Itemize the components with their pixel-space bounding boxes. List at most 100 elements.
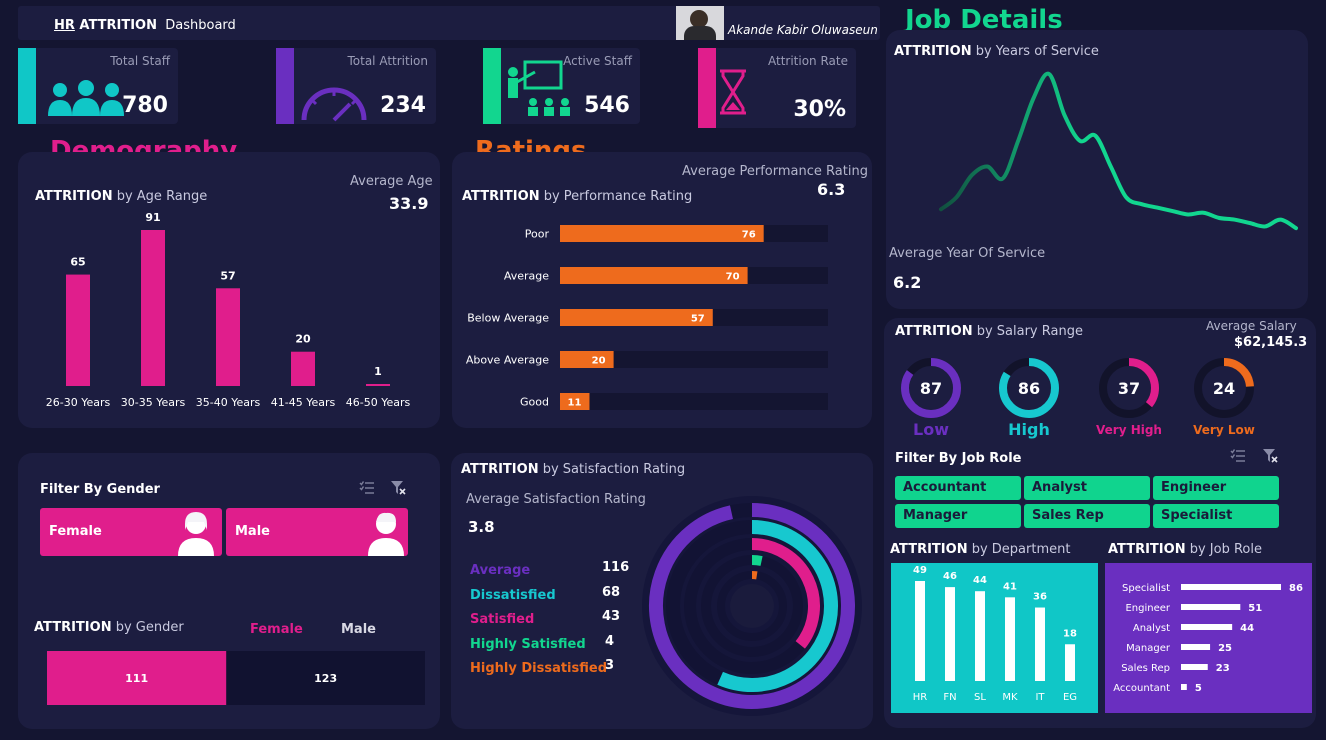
department-bar [945,587,955,681]
age-bar-label: 30-35 Years [121,396,186,409]
performance-bar-value: 70 [726,272,740,283]
teacher-icon [508,60,570,116]
age-bar-label: 41-45 Years [271,396,336,409]
performance-bar-track [560,393,828,410]
department-bar [1005,597,1015,681]
clear-filter-icon[interactable] [1262,448,1278,464]
multi-select-icon[interactable] [1230,448,1246,464]
age-range-card: ATTRITION by Age Range Average Age 33.9 … [18,152,440,428]
satisfaction-legend-label: Highly Satisfied [470,636,586,652]
satisfaction-legend-value: 4 [605,633,615,649]
performance-bar-value: 76 [742,230,756,241]
jobrole-bar [1181,604,1241,610]
average-years-value: 6.2 [893,273,922,292]
department-bar-label: EG [1063,692,1077,703]
performance-bar-label: Above Average [466,354,549,367]
gender-stacked-bar: 111 123 [47,651,425,705]
gender-card: Filter By Gender Female Male ATTRITION b… [18,453,440,729]
female-avatar-icon [178,512,214,556]
jobrole-bar-value: 23 [1216,663,1230,674]
jobrole-bar-value: 86 [1289,583,1303,594]
kpi-accent [698,48,716,128]
salary-ring-value: 37 [1118,379,1140,398]
jobrole-bar [1181,584,1281,590]
role-filter-sales-rep[interactable]: Sales Rep [1024,504,1150,528]
age-bar-label: 35-40 Years [196,396,261,409]
role-filter-analyst[interactable]: Analyst [1024,476,1150,500]
department-bar-value: 18 [1063,628,1077,639]
dashboard-title: HR ATTRITION Dashboard [54,18,236,33]
gender-filter-female-button[interactable]: Female [40,508,222,556]
gender-bar-value: 123 [314,672,337,685]
salary-card: ATTRITION by Salary Range Average Salary… [884,318,1316,728]
age-bar-label: 26-30 Years [46,396,111,409]
satisfaction-legend-label: Satisfied [470,612,535,627]
jobrole-bar-value: 51 [1248,603,1262,614]
performance-bar-label: Good [520,396,549,409]
satisfaction-legend-value: 116 [602,560,630,575]
years-line [939,71,1298,231]
department-bar-value: 41 [1003,581,1017,592]
jobrole-bar-chart: Specialist 86 Engineer 51 Analyst 44 Manager 25… [1113,583,1303,694]
age-bar-value: 1 [374,365,382,378]
department-bar-value: 44 [973,575,987,586]
department-bar [975,591,985,681]
performance-bar-chart: 76 Poor 70 Average 57 Below Average 20 Above Av… [466,225,828,410]
multi-select-icon[interactable] [359,480,375,496]
department-bar-chart: 49 HR 46 FN 44 SL 41 MK 36 IT 18 EG [913,565,1077,703]
department-bar [1035,607,1045,681]
department-bar [915,581,925,681]
jobrole-panel: Specialist 86 Engineer 51 Analyst 44 Manager 25… [1105,563,1312,713]
satisfaction-radial-center [730,584,774,628]
jobrole-bar-label: Analyst [1133,623,1170,634]
department-bar [1065,644,1075,681]
author-avatar [676,6,724,40]
department-bar-label: IT [1035,692,1045,703]
department-bar-label: FN [943,692,956,703]
speedometer-icon [301,87,367,122]
salary-ring-charts: 87 Low 86 High 37 Very High 24 Very Low [901,358,1255,439]
age-bar [366,384,390,386]
average-salary-label: Average Salary [1206,319,1297,333]
salary-ring-value: 86 [1018,379,1040,398]
age-bar-value: 65 [70,256,85,269]
age-bar-value: 91 [145,211,160,224]
kpi-accent [276,48,294,124]
role-filter-accountant[interactable]: Accountant [895,476,1021,500]
department-bar-label: HR [913,692,928,703]
salary-ring-value: 24 [1213,379,1235,398]
gender-filter-male-button[interactable]: Male [226,508,408,556]
satisfaction-card: ATTRITION by Satisfaction Rating Average… [451,453,873,729]
role-filter-specialist[interactable]: Specialist [1153,504,1279,528]
jobrole-bar [1181,644,1211,650]
jobrole-bar-label: Accountant [1113,683,1170,694]
age-bar [216,288,240,386]
department-bar-label: SL [974,692,986,703]
department-chart-title: ATTRITION by Department [890,542,1071,557]
satisfaction-legend-value: 43 [602,609,621,624]
performance-bar-value: 57 [691,314,705,325]
performance-bar-label: Poor [525,228,550,241]
role-filter-manager[interactable]: Manager [895,504,1021,528]
years-line-chart [939,71,1298,231]
jobrole-bar-label: Specialist [1122,583,1170,594]
jobrole-bar [1181,624,1233,630]
average-years-label: Average Year Of Service [889,246,1046,261]
salary-chart-title: ATTRITION by Salary Range [895,324,1083,339]
years-of-service-card: ATTRITION by Years of Service Average Ye… [886,30,1308,309]
jobrole-bar-label: Manager [1126,643,1171,654]
kpi-total-staff: Total Staff 780 [18,48,178,124]
department-bar-value: 36 [1033,592,1047,603]
jobrole-bar [1181,684,1187,690]
performance-bar-value: 11 [568,398,582,409]
kpi-active-staff: Active Staff 546 [483,48,640,124]
clear-filter-icon[interactable] [390,480,406,496]
role-filter-engineer[interactable]: Engineer [1153,476,1279,500]
department-bar-value: 49 [913,565,927,576]
age-bar-label: 46-50 Years [346,396,411,409]
age-bar-chart: 65 26-30 Years 91 30-35 Years 57 35-40 Years 2… [46,211,411,409]
performance-bar-label: Below Average [467,312,549,325]
satisfaction-legend-label: Average [470,563,531,578]
satisfaction-radial-chart [642,496,862,716]
jobrole-chart-title: ATTRITION by Job Role [1108,542,1262,557]
